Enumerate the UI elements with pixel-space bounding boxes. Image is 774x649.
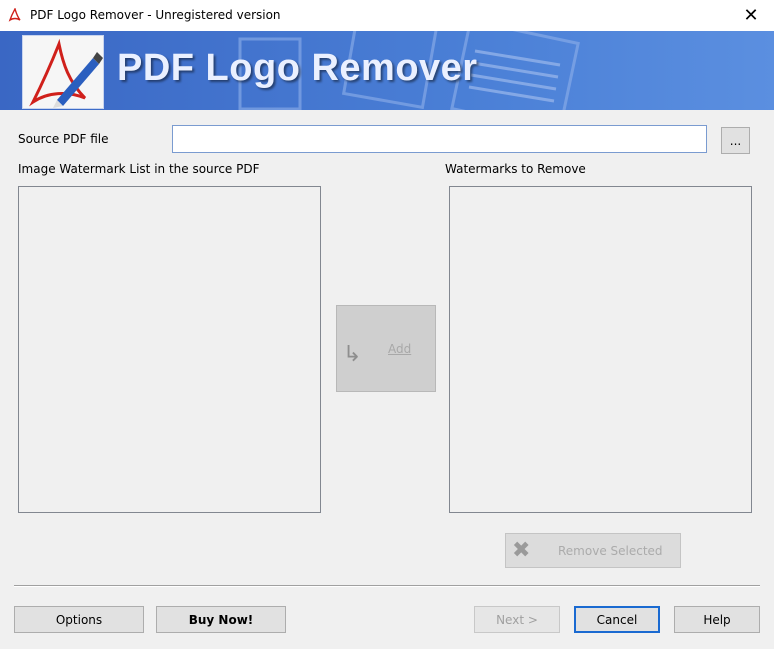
header-banner: PDF Logo Remover <box>0 31 774 110</box>
watermarks-to-remove-label: Watermarks to Remove <box>445 162 586 176</box>
x-icon: ✖ <box>512 538 531 563</box>
banner-title: PDF Logo Remover <box>117 47 478 89</box>
remove-selected-label: Remove Selected <box>558 544 663 558</box>
watermark-list-label: Image Watermark List in the source PDF <box>18 162 260 176</box>
help-button[interactable]: Help <box>674 606 760 633</box>
arrow-right-icon: ↳ <box>343 342 362 367</box>
pdf-pen-logo-icon <box>22 35 104 109</box>
source-pdf-input[interactable] <box>172 125 707 153</box>
cancel-button[interactable]: Cancel <box>574 606 660 633</box>
source-pdf-label: Source PDF file <box>18 132 109 146</box>
add-button[interactable]: ↳ Add <box>336 305 436 392</box>
title-bar: PDF Logo Remover - Unregistered version … <box>0 0 774 31</box>
remove-selected-button[interactable]: ✖ Remove Selected <box>505 533 681 568</box>
next-button[interactable]: Next > <box>474 606 560 633</box>
buy-now-button[interactable]: Buy Now! <box>156 606 286 633</box>
options-button[interactable]: Options <box>14 606 144 633</box>
close-icon[interactable]: ✕ <box>728 0 774 31</box>
browse-button[interactable]: ... <box>721 127 750 154</box>
footer-divider <box>14 585 760 587</box>
window-title: PDF Logo Remover - Unregistered version <box>30 8 281 22</box>
watermarks-to-remove-list[interactable] <box>449 186 752 513</box>
pdf-app-icon <box>8 7 22 22</box>
add-button-label: Add <box>388 342 412 356</box>
source-watermark-list[interactable] <box>18 186 321 513</box>
